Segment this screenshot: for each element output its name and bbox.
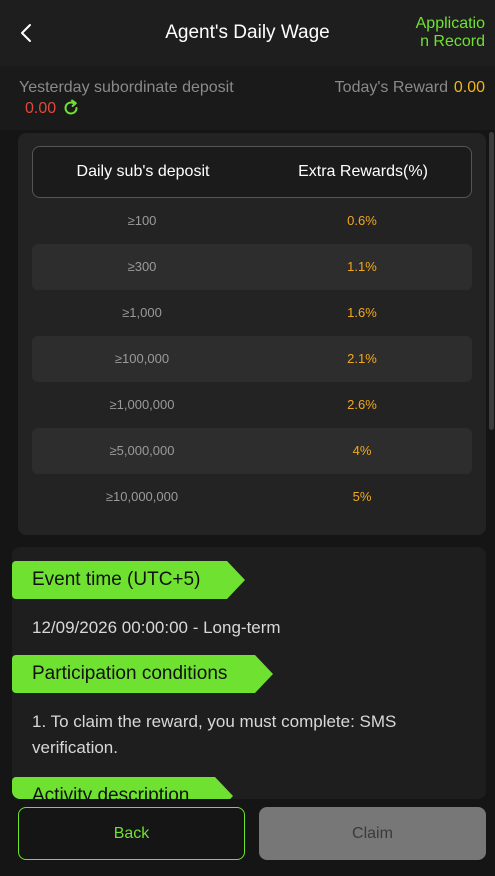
table-header: Daily sub's deposit Extra Rewards(%) — [32, 146, 472, 198]
deposit-cell: ≥300 — [127, 259, 157, 274]
participation-conditions-value: 1. To claim the reward, you must complet… — [32, 712, 397, 757]
footer-bar: Back Claim — [0, 799, 495, 876]
application-record-link[interactable]: Application Record — [413, 15, 485, 51]
deposit-cell: ≥10,000,000 — [105, 489, 179, 504]
yesterday-deposit-label: Yesterday subordinate deposit — [19, 79, 234, 96]
deposit-cell: ≥1,000 — [122, 305, 162, 320]
column-header-reward: Extra Rewards(%) — [298, 163, 428, 180]
activity-description-tag: Activity description — [12, 777, 233, 799]
reward-cell: 4% — [352, 443, 372, 458]
activity-info-card: Event time (UTC+5) 12/09/2026 00:00:00 -… — [12, 547, 486, 799]
deposit-cell: ≥100,000 — [114, 351, 170, 366]
claim-button[interactable]: Claim — [259, 807, 486, 860]
deposit-cell: ≥100 — [127, 213, 157, 228]
table-row: ≥300 1.1% — [32, 244, 472, 290]
reward-table: Daily sub's deposit Extra Rewards(%) ≥10… — [18, 133, 486, 535]
header-bar: Agent's Daily Wage Application Record — [0, 0, 495, 66]
deposit-cell: ≥5,000,000 — [109, 443, 175, 458]
refresh-icon[interactable] — [61, 98, 81, 118]
back-button[interactable]: Back — [18, 807, 245, 860]
reward-cell: 1.1% — [347, 259, 377, 274]
deposit-cell: ≥1,000,000 — [109, 397, 175, 412]
table-row: ≥100 0.6% — [32, 198, 472, 244]
today-reward-value: 0.00 — [453, 79, 485, 96]
table-row: ≥10,000,000 5% — [32, 474, 472, 520]
yesterday-deposit-value: 0.00 — [25, 100, 57, 117]
reward-cell: 2.1% — [347, 351, 377, 366]
reward-cell: 1.6% — [347, 305, 377, 320]
scrollbar[interactable] — [489, 132, 494, 430]
participation-conditions-tag: Participation conditions — [12, 655, 273, 693]
column-header-deposit: Daily sub's deposit — [76, 163, 210, 180]
event-time-tag: Event time (UTC+5) — [12, 561, 245, 599]
table-row: ≥1,000 1.6% — [32, 290, 472, 336]
reward-cell: 0.6% — [347, 213, 377, 228]
today-reward-label: Today's Reward — [334, 79, 448, 96]
table-row: ≥1,000,000 2.6% — [32, 382, 472, 428]
stats-bar: Yesterday subordinate deposit 0.00 Today… — [0, 66, 495, 130]
table-row: ≥100,000 2.1% — [32, 336, 472, 382]
reward-cell: 2.6% — [347, 397, 377, 412]
reward-cell: 5% — [352, 489, 372, 504]
table-row: ≥5,000,000 4% — [32, 428, 472, 474]
event-time-value: 12/09/2026 00:00:00 - Long-term — [32, 618, 281, 637]
